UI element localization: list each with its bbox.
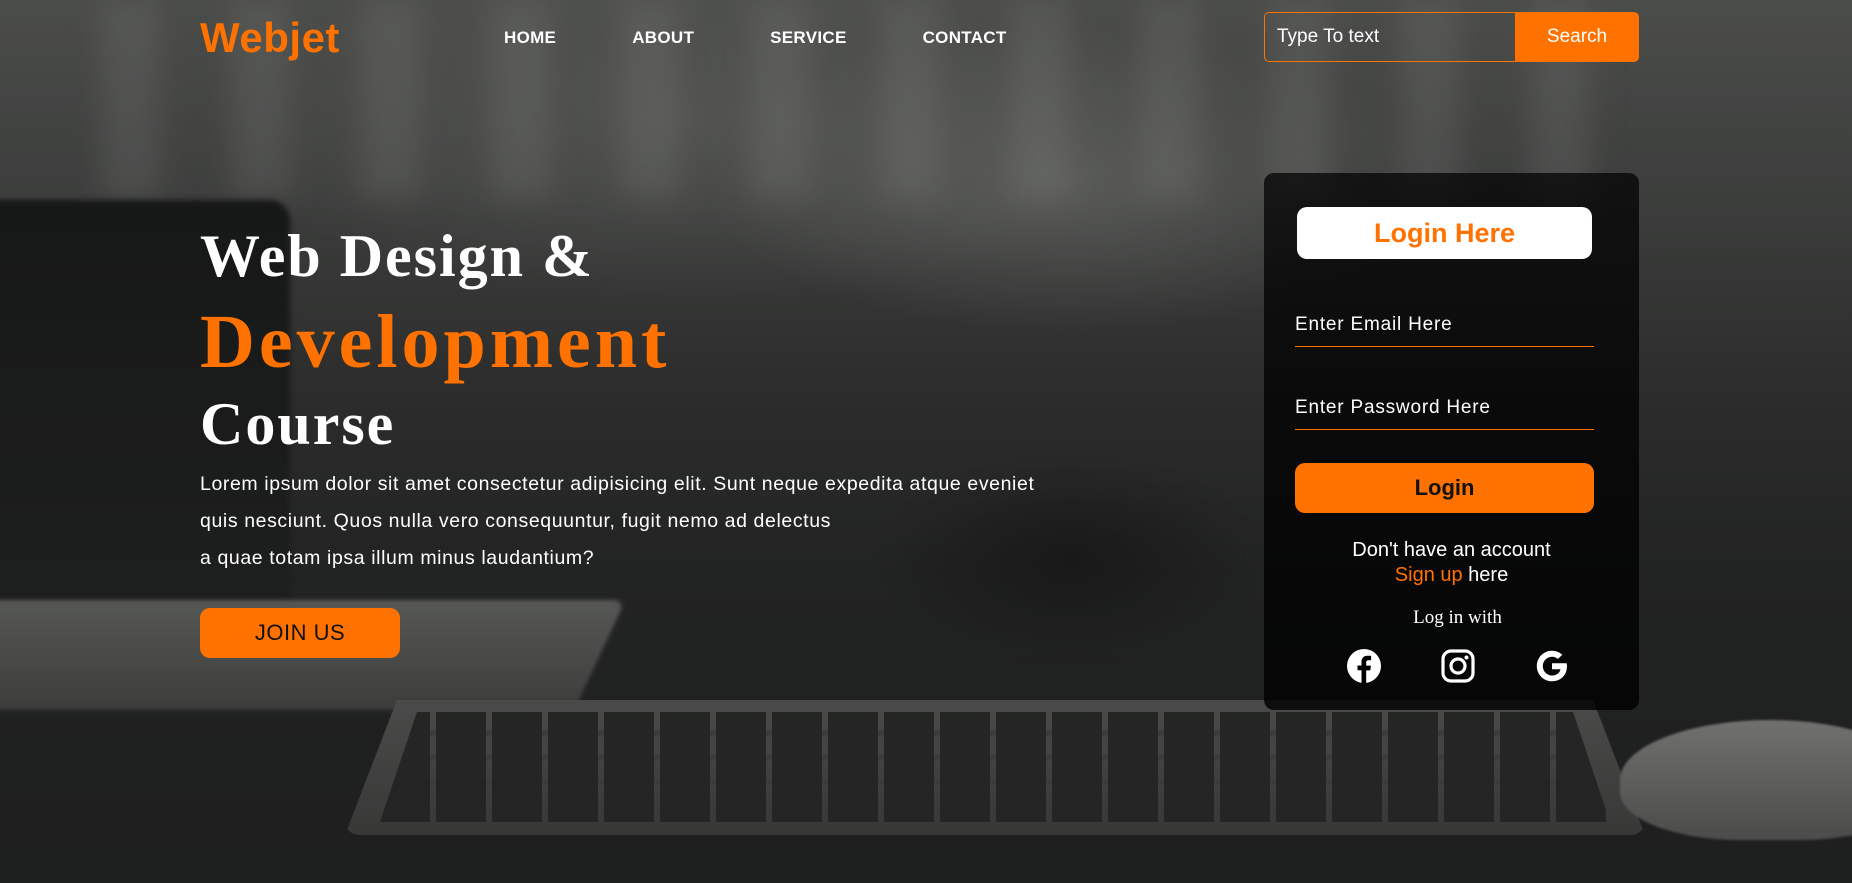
- facebook-icon[interactable]: [1346, 648, 1382, 684]
- login-title: Login Here: [1297, 207, 1592, 259]
- social-login: [1264, 648, 1639, 684]
- site-header: Webjet HOME ABOUT SERVICE CONTACT Search: [0, 0, 1852, 80]
- nav-home[interactable]: HOME: [504, 28, 556, 48]
- hero-description-line: Lorem ipsum dolor sit amet consectetur a…: [200, 473, 1035, 495]
- logo[interactable]: Webjet: [200, 14, 340, 62]
- no-account-text: Don't have an account: [1352, 539, 1551, 561]
- email-field[interactable]: [1295, 303, 1594, 347]
- hero-description: Lorem ipsum dolor sit amet consectetur a…: [200, 466, 1160, 577]
- password-field[interactable]: [1295, 386, 1594, 430]
- login-button[interactable]: Login: [1295, 463, 1594, 513]
- hero-title-line-1: Web Design &: [200, 223, 595, 289]
- hero-description-line: quis nesciunt. Quos nulla vero consequun…: [200, 510, 831, 532]
- search-bar: Search: [1264, 12, 1639, 62]
- login-card: Login Here Login Don't have an account S…: [1264, 173, 1639, 710]
- nav-about[interactable]: ABOUT: [632, 28, 694, 48]
- hero-title-line-2: Development: [200, 300, 671, 384]
- login-with-label: Log in with: [1413, 607, 1502, 628]
- search-input[interactable]: [1264, 12, 1515, 62]
- hero-description-line: a quae totam ipsa illum minus laudantium…: [200, 547, 595, 569]
- nav-contact[interactable]: CONTACT: [923, 28, 1007, 48]
- search-button[interactable]: Search: [1515, 12, 1639, 62]
- join-us-button[interactable]: JOIN US: [200, 608, 400, 658]
- hero-title-line-3: Course: [200, 391, 396, 457]
- nav-service[interactable]: SERVICE: [770, 28, 846, 48]
- instagram-icon[interactable]: [1440, 648, 1476, 684]
- signup-suffix: here: [1462, 564, 1509, 586]
- hero-section: Web Design & Development Course Lorem ip…: [200, 226, 1160, 577]
- main-nav: HOME ABOUT SERVICE CONTACT: [504, 28, 1083, 48]
- google-icon[interactable]: [1534, 648, 1570, 684]
- signup-link[interactable]: Sign up: [1395, 564, 1463, 586]
- signup-prompt: Don't have an account Sign up here: [1264, 538, 1639, 588]
- hero-title: Web Design & Development Course: [200, 226, 1160, 454]
